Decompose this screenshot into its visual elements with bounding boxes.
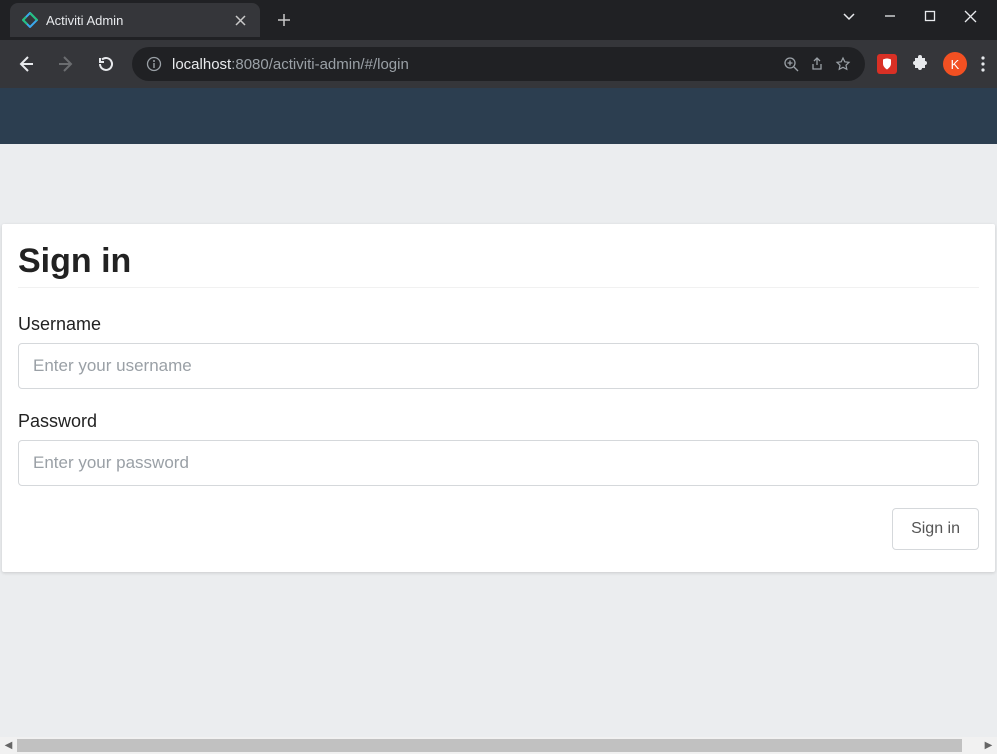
url-text: localhost:8080/activiti-admin/#/login <box>172 56 773 73</box>
back-button[interactable] <box>12 50 40 78</box>
extension-icons: K <box>877 52 985 76</box>
extensions-puzzle-icon[interactable] <box>911 55 929 73</box>
kebab-menu-icon[interactable] <box>981 56 985 72</box>
browser-toolbar: localhost:8080/activiti-admin/#/login K <box>0 40 997 88</box>
page-body: Sign in Username Password Sign in ◀ ▶ <box>0 144 997 754</box>
adblock-extension-icon[interactable] <box>877 54 897 74</box>
form-actions: Sign in <box>18 508 979 550</box>
tab-strip: Activiti Admin <box>0 0 298 40</box>
maximize-icon[interactable] <box>924 10 936 22</box>
title-bar: Activiti Admin <box>0 0 997 40</box>
browser-tab[interactable]: Activiti Admin <box>10 3 260 37</box>
login-heading: Sign in <box>18 242 979 281</box>
forward-button <box>52 50 80 78</box>
site-info-icon[interactable] <box>146 56 162 72</box>
share-icon[interactable] <box>809 56 825 72</box>
scroll-track[interactable] <box>17 737 980 754</box>
horizontal-scrollbar[interactable]: ◀ ▶ <box>0 737 997 754</box>
sign-in-button[interactable]: Sign in <box>892 508 979 550</box>
page-viewport: Sign in Username Password Sign in ◀ ▶ <box>0 88 997 754</box>
close-tab-icon[interactable] <box>232 12 248 28</box>
zoom-icon[interactable] <box>783 56 799 72</box>
password-group: Password <box>18 411 979 486</box>
scroll-right-arrow[interactable]: ▶ <box>980 737 997 754</box>
reload-button[interactable] <box>92 50 120 78</box>
password-label: Password <box>18 411 979 432</box>
profile-avatar[interactable]: K <box>943 52 967 76</box>
password-input[interactable] <box>18 440 979 486</box>
address-bar[interactable]: localhost:8080/activiti-admin/#/login <box>132 47 865 81</box>
scroll-thumb[interactable] <box>17 739 962 752</box>
scroll-left-arrow[interactable]: ◀ <box>0 737 17 754</box>
browser-chrome: Activiti Admin <box>0 0 997 88</box>
close-window-icon[interactable] <box>964 10 977 23</box>
new-tab-button[interactable] <box>270 6 298 34</box>
username-group: Username <box>18 314 979 389</box>
username-label: Username <box>18 314 979 335</box>
url-path: :8080/activiti-admin/#/login <box>231 56 409 73</box>
app-navbar <box>0 88 997 144</box>
username-input[interactable] <box>18 343 979 389</box>
tab-title: Activiti Admin <box>46 13 224 28</box>
favicon-activiti-icon <box>22 12 38 28</box>
chevron-down-icon[interactable] <box>842 9 856 23</box>
window-controls <box>822 0 997 32</box>
panel-divider <box>18 287 979 288</box>
minimize-icon[interactable] <box>884 10 896 22</box>
url-host: localhost <box>172 56 231 73</box>
login-panel: Sign in Username Password Sign in <box>2 224 995 572</box>
bookmark-star-icon[interactable] <box>835 56 851 72</box>
